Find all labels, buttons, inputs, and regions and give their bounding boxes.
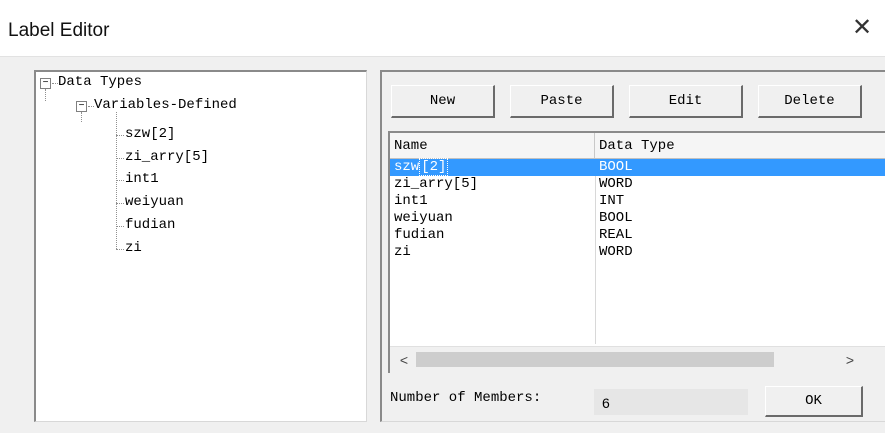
row-name: int1 <box>394 193 428 209</box>
row-name-prefix: szw <box>394 159 420 175</box>
members-count-label: Number of Members: <box>390 390 542 406</box>
members-list[interactable]: Name Data Type szw [2] BOOL zi_arry[5] WO… <box>388 131 885 373</box>
scroll-right-arrow-icon[interactable]: > <box>838 347 862 373</box>
tree-connector <box>116 226 124 227</box>
row-type: INT <box>599 193 625 209</box>
scroll-left-arrow-icon[interactable]: < <box>392 347 416 373</box>
row-name: weiyuan <box>394 210 453 226</box>
horizontal-scrollbar[interactable]: < > <box>390 346 885 373</box>
column-header-data-type[interactable]: Data Type <box>595 133 885 158</box>
tree-connector <box>116 180 124 181</box>
row-name: zi_arry[5] <box>394 176 479 192</box>
tree-item[interactable]: weiyuan <box>125 194 184 210</box>
list-body: szw [2] BOOL zi_arry[5] WORD int1 INT wei… <box>390 158 885 261</box>
tree-connector <box>116 158 124 159</box>
members-count-field: 6 <box>594 389 748 415</box>
tree-connector <box>81 112 82 122</box>
row-type: BOOL <box>599 210 633 226</box>
row-name: szw [2] <box>394 158 449 176</box>
table-row[interactable]: zi_arry[5] WORD <box>390 176 885 193</box>
scroll-thumb[interactable] <box>416 352 774 367</box>
close-icon[interactable]: ✕ <box>852 16 872 40</box>
tree-item[interactable]: zi <box>125 240 142 256</box>
tree-item[interactable]: int1 <box>125 171 159 187</box>
row-type: BOOL <box>599 159 633 175</box>
row-name: fudian <box>394 227 445 243</box>
list-header: Name Data Type <box>390 133 885 159</box>
tree-connector <box>116 203 124 204</box>
title-bar: Label Editor ✕ <box>0 0 885 56</box>
tree-connector <box>45 89 46 101</box>
row-name-selected: [2] <box>419 158 449 176</box>
new-button[interactable]: New <box>391 85 495 118</box>
row-type: WORD <box>599 244 633 260</box>
tree-root-label[interactable]: Data Types <box>58 74 142 90</box>
tree-group-label[interactable]: Variables-Defined <box>94 97 237 113</box>
paste-button[interactable]: Paste <box>510 85 614 118</box>
window-title: Label Editor <box>8 20 110 41</box>
row-type: REAL <box>599 227 633 243</box>
tree-minus-icon[interactable]: − <box>76 101 87 112</box>
tree-connector <box>116 249 124 250</box>
row-name: zi <box>394 244 411 260</box>
tree-item[interactable]: szw[2] <box>125 126 175 142</box>
column-header-name[interactable]: Name <box>390 133 595 158</box>
row-type: WORD <box>599 176 633 192</box>
table-row[interactable]: weiyuan BOOL <box>390 210 885 227</box>
table-row[interactable]: int1 INT <box>390 193 885 210</box>
tree-minus-icon[interactable]: − <box>40 78 51 89</box>
edit-button[interactable]: Edit <box>629 85 743 118</box>
tree-item[interactable]: fudian <box>125 217 175 233</box>
table-row[interactable]: zi WORD <box>390 244 885 261</box>
type-tree[interactable]: − Data Types − Variables-Defined szw[2] … <box>34 70 367 422</box>
delete-button[interactable]: Delete <box>758 85 862 118</box>
table-row[interactable]: fudian REAL <box>390 227 885 244</box>
tree-connector <box>116 135 124 136</box>
table-row[interactable]: szw [2] BOOL <box>390 158 885 176</box>
ok-button[interactable]: OK <box>765 386 863 417</box>
tree-item[interactable]: zi_arry[5] <box>125 149 209 165</box>
